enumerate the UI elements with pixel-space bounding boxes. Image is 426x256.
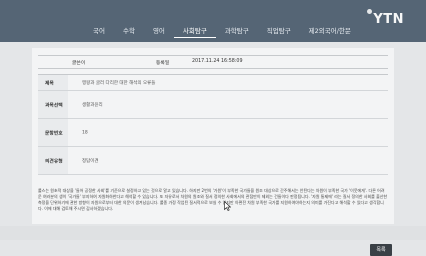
opinion-type-value: 정답이견	[82, 158, 99, 164]
tab-social-studies[interactable]: 사회탐구	[173, 24, 216, 38]
date-value: 2017.11.24 16:58:09	[192, 59, 243, 64]
tab-vocational[interactable]: 직업탐구	[258, 24, 300, 38]
opinion-type-row: 의견유형 정답이견	[38, 147, 388, 175]
tab-science[interactable]: 과학탐구	[216, 24, 258, 38]
bottom-bezel	[0, 226, 426, 240]
subject-row: 과목선택 생활과윤리	[38, 91, 388, 119]
post-body-text: 롤스는 원초적 대상을 '들어 공정한 사회'를 기준으로 설정하고 있는 것으…	[38, 188, 388, 211]
ytn-logo: YTN	[373, 12, 404, 27]
opinion-type-label: 의견유형	[38, 147, 68, 174]
title-label: 제목	[38, 75, 68, 90]
tab-english[interactable]: 영어	[144, 24, 174, 38]
question-number-value: 18	[82, 130, 88, 135]
title-row: 제목 맹왕과 굴러 다리한 대한 해석의 오류들	[38, 75, 388, 91]
post-panel: 글쓴이 등록일 2017.11.24 16:58:09 제목 맹왕과 굴러 다리…	[32, 48, 394, 256]
mouse-cursor-icon	[224, 201, 231, 211]
post-meta-row: 글쓴이 등록일 2017.11.24 16:58:09	[38, 55, 388, 69]
subject-value: 생활과윤리	[82, 102, 103, 108]
date-label: 등록일	[156, 61, 170, 66]
subject-tab-bar: 국어 수학 영어 사회탐구 과학탐구 직업탐구 제2외국어/한문 YTN	[0, 0, 426, 42]
tab-korean[interactable]: 국어	[84, 24, 114, 38]
author-label: 글쓴이	[72, 61, 86, 66]
subject-label: 과목선택	[38, 91, 68, 118]
question-number-row: 문항번호 18	[38, 119, 388, 147]
list-button[interactable]: 목록	[370, 244, 392, 256]
post-detail-form: 제목 맹왕과 굴러 다리한 대한 해석의 오류들 과목선택 생활과윤리 문항번호…	[38, 74, 388, 183]
subject-tabs: 국어 수학 영어 사회탐구 과학탐구 직업탐구 제2외국어/한문	[84, 24, 360, 38]
title-value: 맹왕과 굴러 다리한 대한 해석의 오류들	[82, 80, 156, 86]
tab-second-language[interactable]: 제2외국어/한문	[300, 24, 360, 38]
question-number-label: 문항번호	[38, 119, 68, 146]
tab-math[interactable]: 수학	[114, 24, 144, 38]
logo-dot-icon	[367, 9, 372, 14]
